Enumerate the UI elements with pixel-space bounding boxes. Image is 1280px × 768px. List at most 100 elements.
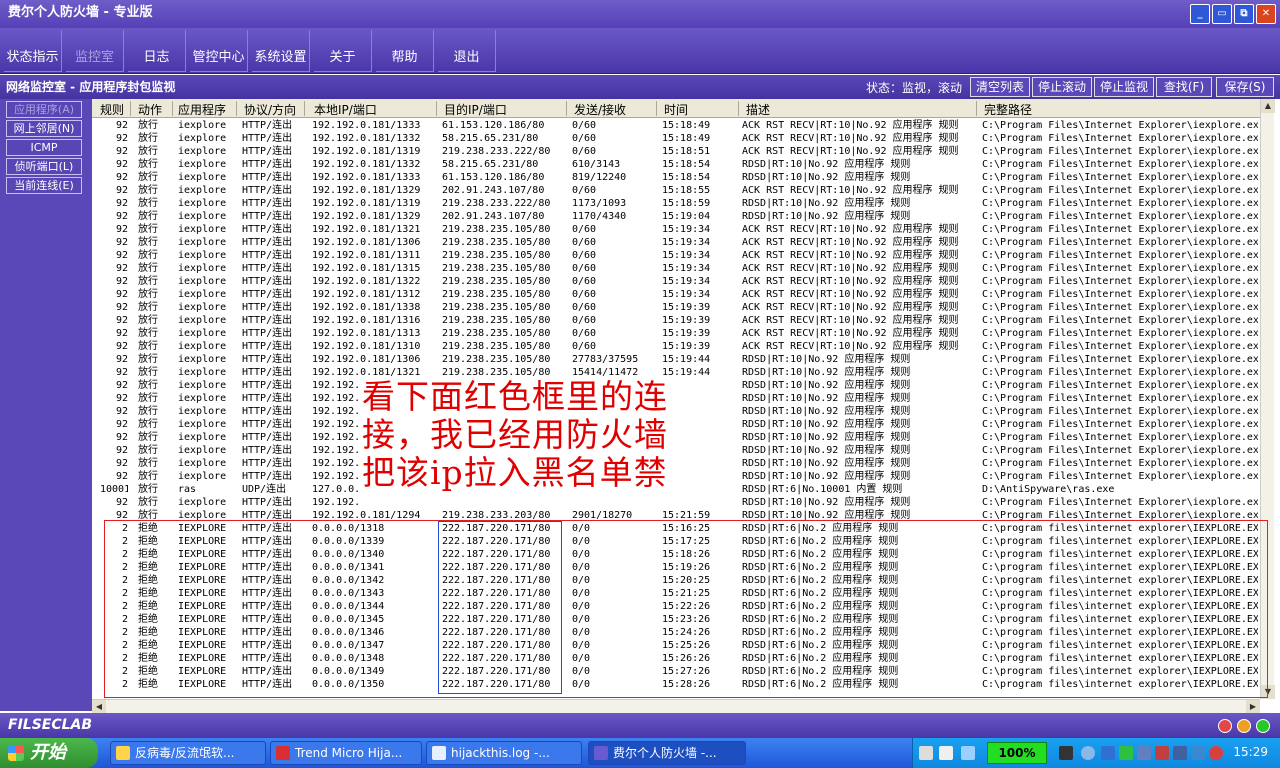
table-row[interactable]: 92 放行 iexplore HTTP/连出 192.192.0.181/1312 219…	[92, 288, 1260, 301]
table-cell: 放行	[138, 458, 158, 469]
table-row[interactable]: 92 放行 iexplore HTTP/连出 192.192. RDSD|RT:10|No…	[92, 457, 1260, 470]
table-row[interactable]: 92 放行 iexplore HTTP/连出 192.192.0.181/1338 219…	[92, 301, 1260, 314]
stop-scroll-button[interactable]: 停止滚动	[1032, 77, 1092, 97]
network-icon[interactable]	[1101, 746, 1115, 760]
table-row[interactable]: 92 放行 iexplore HTTP/连出 192.192.0.181/1333 61.…	[92, 119, 1260, 132]
table-row[interactable]: 92 放行 iexplore HTTP/连出 192.192. RDSD|RT:10|No…	[92, 418, 1260, 431]
sidebar-item-network-neighborhood[interactable]: 网上邻居(N)	[6, 120, 82, 137]
table-row[interactable]: 92 放行 iexplore HTTP/连出 192.192.0.181/1313 219…	[92, 327, 1260, 340]
table-cell: 192.192.0.181/1316	[312, 315, 421, 326]
table-cell: C:\Program Files\Internet Explorer\iexpl…	[982, 302, 1258, 313]
table-row[interactable]: 92 放行 iexplore HTTP/连出 192.192.0.181/1310 219…	[92, 340, 1260, 353]
keyboard-icon[interactable]	[919, 746, 933, 760]
table-cell: C:\Program Files\Internet Explorer\iexpl…	[982, 458, 1258, 469]
column-header-time[interactable]: 时间	[664, 101, 688, 118]
table-row[interactable]: 92 放行 iexplore HTTP/连出 192.192. RDSD|RT:10|No…	[92, 470, 1260, 483]
security-tray-icon[interactable]	[1155, 746, 1169, 760]
save-button[interactable]: 保存(S)	[1216, 77, 1274, 97]
table-row[interactable]: 92 放行 iexplore HTTP/连出 192.192. RDSD|RT:10|No…	[92, 379, 1260, 392]
toolbar-monitor-button[interactable]: 监控室	[66, 30, 124, 72]
column-header-description[interactable]: 描述	[746, 101, 770, 118]
table-row[interactable]: 92 放行 iexplore HTTP/连出 192.192.0.181/1321 219…	[92, 366, 1260, 379]
column-header-application[interactable]: 应用程序	[178, 101, 226, 118]
table-row[interactable]: 92 放行 iexplore HTTP/连出 192.192.0.181/1329 202…	[92, 184, 1260, 197]
table-cell: ACK RST RECV|RT:10|No.92 应用程序 规则	[742, 302, 959, 313]
table-cell: 0/60	[572, 263, 597, 274]
toolbar-status-button[interactable]: 状态指示	[4, 30, 62, 72]
scroll-up-arrow[interactable]: ▲	[1261, 99, 1275, 113]
toolbar-log-button[interactable]: 日志	[128, 30, 186, 72]
column-header-action[interactable]: 动作	[138, 101, 162, 118]
table-cell: iexplore	[178, 354, 227, 365]
table-row[interactable]: 10001 放行 ras UDP/连出 127.0.0. RDSD|RT:6|No.100…	[92, 483, 1260, 496]
table-cell: RDSD|RT:10|No.92 应用程序 规则	[742, 497, 911, 508]
table-cell: 92	[115, 471, 128, 482]
scroll-left-arrow[interactable]: ◀	[92, 700, 106, 714]
table-row[interactable]: 92 放行 iexplore HTTP/连出 192.192.0.181/1321 219…	[92, 223, 1260, 236]
find-button[interactable]: 查找(F)	[1156, 77, 1212, 97]
table-row[interactable]: 92 放行 iexplore HTTP/连出 192.192.0.181/1319 219…	[92, 197, 1260, 210]
table-row[interactable]: 92 放行 iexplore HTTP/连出 192.192. RDSD|RT:10|No…	[92, 392, 1260, 405]
toolbar-settings-button[interactable]: 系统设置	[252, 30, 310, 72]
table-cell: iexplore	[178, 406, 227, 417]
antivirus-tray-icon[interactable]	[1209, 746, 1223, 760]
toolbar-help-button[interactable]: 帮助	[376, 30, 434, 72]
shield-tray-icon[interactable]	[1191, 746, 1205, 760]
stop-monitor-button[interactable]: 停止监视	[1094, 77, 1154, 97]
toolbar-control-center-button[interactable]: 管控中心	[190, 30, 248, 72]
taskbar-item-hijackthis[interactable]: Trend Micro Hija...	[270, 741, 422, 765]
table-cell: 15:19:39	[662, 341, 711, 352]
table-row[interactable]: 92 放行 iexplore HTTP/连出 192.192. RDSD|RT:10|No…	[92, 444, 1260, 457]
toolbar-exit-button[interactable]: 退出	[438, 30, 496, 72]
table-cell: 92	[115, 159, 128, 170]
sidebar-item-applications[interactable]: 应用程序(A)	[6, 101, 82, 118]
horizontal-scrollbar[interactable]: ◀ ▶	[92, 699, 1260, 714]
start-button[interactable]: 开始	[0, 738, 98, 768]
table-row[interactable]: 92 放行 iexplore HTTP/连出 192.192.0.181/1315 219…	[92, 262, 1260, 275]
column-header-remote-ip[interactable]: 目的IP/端口	[444, 101, 507, 118]
start-label: 开始	[30, 742, 66, 763]
column-header-send-recv[interactable]: 发送/接收	[574, 101, 626, 118]
help-icon[interactable]	[939, 746, 953, 760]
firewall-tray-icon[interactable]	[1173, 746, 1187, 760]
column-header-full-path[interactable]: 完整路径	[984, 101, 1032, 118]
tile-button[interactable]: ▭	[1212, 4, 1232, 24]
table-row[interactable]: 92 放行 iexplore HTTP/连出 192.192.0.181/1332 58.…	[92, 132, 1260, 145]
table-row[interactable]: 92 放行 iexplore HTTP/连出 192.192.0.181/1319 219…	[92, 145, 1260, 158]
table-row[interactable]: 92 放行 iexplore HTTP/连出 192.192. RDSD|RT:10|No…	[92, 431, 1260, 444]
sidebar-item-icmp[interactable]: ICMP	[6, 139, 82, 156]
table-row[interactable]: 92 放行 iexplore HTTP/连出 192.192.0.181/1329 202…	[92, 210, 1260, 223]
zoom-level[interactable]: 100%	[987, 742, 1047, 764]
toolbar-about-button[interactable]: 关于	[314, 30, 372, 72]
close-button[interactable]: ✕	[1256, 4, 1276, 24]
minimize-button[interactable]: _	[1190, 4, 1210, 24]
restore-button[interactable]: ⧉	[1234, 4, 1254, 24]
table-row[interactable]: 92 放行 iexplore HTTP/连出 192.192. RDSD|RT:10|No…	[92, 496, 1260, 509]
table-row[interactable]: 92 放行 iexplore HTTP/连出 192.192.0.181/1306 219…	[92, 236, 1260, 249]
table-row[interactable]: 92 放行 iexplore HTTP/连出 192.192.0.181/1322 219…	[92, 275, 1260, 288]
column-header-rule[interactable]: 规则	[100, 101, 124, 118]
taskbar-item-notepad[interactable]: hijackthis.log -...	[426, 741, 582, 765]
plug-icon[interactable]	[1059, 746, 1073, 760]
table-row[interactable]: 92 放行 iexplore HTTP/连出 192.192.0.181/1333 61.…	[92, 171, 1260, 184]
column-header-local-ip[interactable]: 本地IP/端口	[314, 101, 377, 118]
table-cell: 219.238.235.105/80	[442, 237, 551, 248]
arrow-tray-icon[interactable]	[1119, 746, 1133, 760]
scroll-right-arrow[interactable]: ▶	[1246, 700, 1260, 714]
table-row[interactable]: 92 放行 iexplore HTTP/连出 192.192.0.181/1306 219…	[92, 353, 1260, 366]
back-arrow-icon[interactable]	[1081, 746, 1095, 760]
sidebar-item-listening-ports[interactable]: 侦听端口(L)	[6, 158, 82, 175]
table-row[interactable]: 92 放行 iexplore HTTP/连出 192.192. RDSD|RT:10|No…	[92, 405, 1260, 418]
table-cell: 219.238.233.222/80	[442, 198, 551, 209]
taskbar-item-firewall[interactable]: 费尔个人防火墙 -...	[588, 741, 746, 765]
sidebar-item-current-connections[interactable]: 当前连线(E)	[6, 177, 82, 194]
column-header-protocol[interactable]: 协议/方向	[244, 101, 296, 118]
monitor-tray-icon[interactable]	[1137, 746, 1151, 760]
taskbar-item-browser[interactable]: 反病毒/反流氓软...	[110, 741, 266, 765]
clear-list-button[interactable]: 清空列表	[970, 77, 1030, 97]
table-cell: HTTP/连出	[242, 120, 293, 131]
table-row[interactable]: 92 放行 iexplore HTTP/连出 192.192.0.181/1316 219…	[92, 314, 1260, 327]
language-icon[interactable]	[961, 746, 975, 760]
table-row[interactable]: 92 放行 iexplore HTTP/连出 192.192.0.181/1311 219…	[92, 249, 1260, 262]
table-row[interactable]: 92 放行 iexplore HTTP/连出 192.192.0.181/1332 58.…	[92, 158, 1260, 171]
